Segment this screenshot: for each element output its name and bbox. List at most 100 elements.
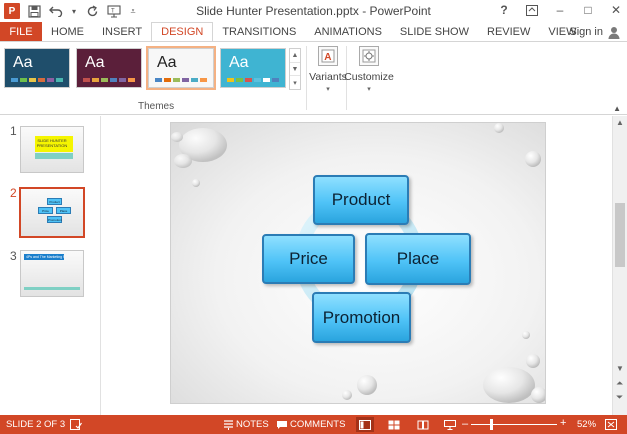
theme-thumbnail[interactable]: Aa <box>146 46 216 90</box>
scrollbar-thumb[interactable] <box>615 203 625 267</box>
color-swatch <box>101 78 108 82</box>
thumbnail-number: 3 <box>10 249 17 263</box>
vertical-scrollbar[interactable]: ▲ ▼ ⏶ ⏷ <box>612 116 627 415</box>
user-account-icon[interactable] <box>607 25 621 39</box>
water-drops-decoration <box>171 123 545 403</box>
scroll-down-icon[interactable]: ▼ <box>616 364 624 373</box>
slide-sorter-view-icon[interactable] <box>385 417 403 432</box>
quick-access-toolbar: P ▾ T ⩡ <box>4 3 138 19</box>
previous-slide-icon[interactable]: ⏶ <box>616 378 623 389</box>
collapse-ribbon-icon[interactable]: ▲ <box>613 104 621 113</box>
comments-button[interactable]: COMMENTS <box>290 419 345 430</box>
themes-group-label: Themes <box>138 101 175 112</box>
themes-gallery: Aa Aa Aa Aa <box>4 46 286 90</box>
thumbnail-shape: Place <box>56 207 71 214</box>
tab-slide-show[interactable]: SLIDE SHOW <box>391 22 478 42</box>
variants-dropdown-icon: ▾ <box>326 86 330 93</box>
color-swatch <box>11 78 18 82</box>
gallery-scroll[interactable]: ▲ ▼ ▾ <box>289 48 301 90</box>
customize-qat-icon[interactable]: ⩡ <box>128 3 138 19</box>
fit-slide-to-window-icon[interactable] <box>604 418 618 431</box>
theme-color-swatches <box>83 78 135 82</box>
thumbnail-title: SLIDE HUNTER PRESENTATION <box>21 138 83 148</box>
color-swatch <box>191 78 198 82</box>
start-from-beginning-icon[interactable]: T <box>106 3 122 19</box>
variants-button[interactable]: A Variants ▾ <box>309 46 347 93</box>
theme-thumbnail[interactable]: Aa <box>76 48 142 88</box>
color-swatch <box>200 78 207 82</box>
tab-home[interactable]: HOME <box>42 22 93 42</box>
tab-animations[interactable]: ANIMATIONS <box>305 22 391 42</box>
slide-thumbnails-pane: 1 SLIDE HUNTER PRESENTATION 2 Product Pr… <box>0 116 101 415</box>
next-slide-icon[interactable]: ⏷ <box>616 392 623 403</box>
notes-button[interactable]: NOTES <box>236 419 269 430</box>
slide-counter: SLIDE 2 OF 3 <box>6 419 66 430</box>
slide-thumbnail-2[interactable]: Product Price Place Promotion <box>19 187 85 238</box>
undo-dropdown-icon[interactable]: ▾ <box>70 3 78 19</box>
thumbnail-title-line: PRESENTATION <box>36 143 68 148</box>
zoom-slider[interactable] <box>471 424 557 425</box>
theme-color-swatches <box>227 78 279 82</box>
color-swatch <box>272 78 279 82</box>
ribbon-display-options-icon[interactable] <box>525 2 539 18</box>
gallery-up-icon[interactable]: ▲ <box>290 49 300 63</box>
zoom-slider-thumb[interactable] <box>490 419 494 430</box>
spell-check-icon[interactable] <box>69 418 83 431</box>
undo-icon[interactable] <box>48 3 64 19</box>
variants-label: Variants <box>309 71 347 83</box>
theme-thumbnail[interactable]: Aa <box>4 48 70 88</box>
powerpoint-logo-icon[interactable]: P <box>4 3 20 19</box>
restore-button[interactable]: □ <box>581 2 595 18</box>
current-slide[interactable]: Product Price Place Promotion <box>170 122 546 404</box>
thumbnail-subtitle-bar <box>35 153 73 159</box>
repeat-icon[interactable] <box>84 3 100 19</box>
color-swatch <box>254 78 261 82</box>
theme-thumbnail[interactable]: Aa <box>220 48 286 88</box>
close-button[interactable]: ✕ <box>609 2 623 18</box>
thumbnail-number: 1 <box>10 124 17 138</box>
reading-view-icon[interactable] <box>414 417 432 432</box>
color-swatch <box>182 78 189 82</box>
thumbnail-shape: Product <box>47 198 62 205</box>
tab-design[interactable]: DESIGN <box>151 22 214 42</box>
tab-insert[interactable]: INSERT <box>93 22 151 42</box>
normal-view-icon[interactable] <box>356 417 374 432</box>
theme-sample-text: Aa <box>157 54 177 71</box>
theme-sample-text: Aa <box>85 54 105 71</box>
slide-thumbnail-1[interactable]: SLIDE HUNTER PRESENTATION <box>20 126 84 173</box>
color-swatch <box>119 78 126 82</box>
gallery-more-icon[interactable]: ▾ <box>290 76 300 89</box>
tab-file[interactable]: FILE <box>0 22 42 42</box>
status-bar: SLIDE 2 OF 3 NOTES COMMENTS – + 52% <box>0 415 627 434</box>
promotion-shape[interactable]: Promotion <box>312 292 411 343</box>
tab-transitions[interactable]: TRANSITIONS <box>213 22 305 42</box>
slide-thumbnail-3[interactable]: 4Ps and The Marketing Mix <box>20 250 84 297</box>
notes-icon[interactable] <box>221 418 235 431</box>
minimize-button[interactable]: – <box>553 2 567 18</box>
scroll-up-icon[interactable]: ▲ <box>616 118 624 127</box>
color-swatch <box>164 78 171 82</box>
zoom-out-icon[interactable]: – <box>462 418 468 430</box>
ribbon-separator <box>306 46 307 110</box>
help-icon[interactable]: ? <box>497 2 511 18</box>
slide-show-view-icon[interactable] <box>441 417 459 432</box>
place-shape[interactable]: Place <box>365 233 471 285</box>
zoom-level[interactable]: 52% <box>577 419 596 430</box>
window-controls: ? – □ ✕ <box>497 2 623 18</box>
sign-in-link[interactable]: Sign in <box>569 26 603 38</box>
zoom-in-icon[interactable]: + <box>560 417 566 429</box>
color-swatch <box>20 78 27 82</box>
color-swatch <box>110 78 117 82</box>
theme-sample-text: Aa <box>229 54 249 71</box>
save-icon[interactable] <box>26 3 42 19</box>
theme-color-swatches <box>11 78 63 82</box>
customize-button[interactable]: Customize ▾ <box>344 46 394 93</box>
gallery-down-icon[interactable]: ▼ <box>290 63 300 77</box>
color-swatch <box>155 78 162 82</box>
price-shape[interactable]: Price <box>262 234 355 284</box>
comments-icon[interactable] <box>275 418 289 431</box>
tab-review[interactable]: REVIEW <box>478 22 539 42</box>
slide-canvas <box>171 123 545 403</box>
product-shape[interactable]: Product <box>313 175 409 225</box>
color-swatch <box>173 78 180 82</box>
